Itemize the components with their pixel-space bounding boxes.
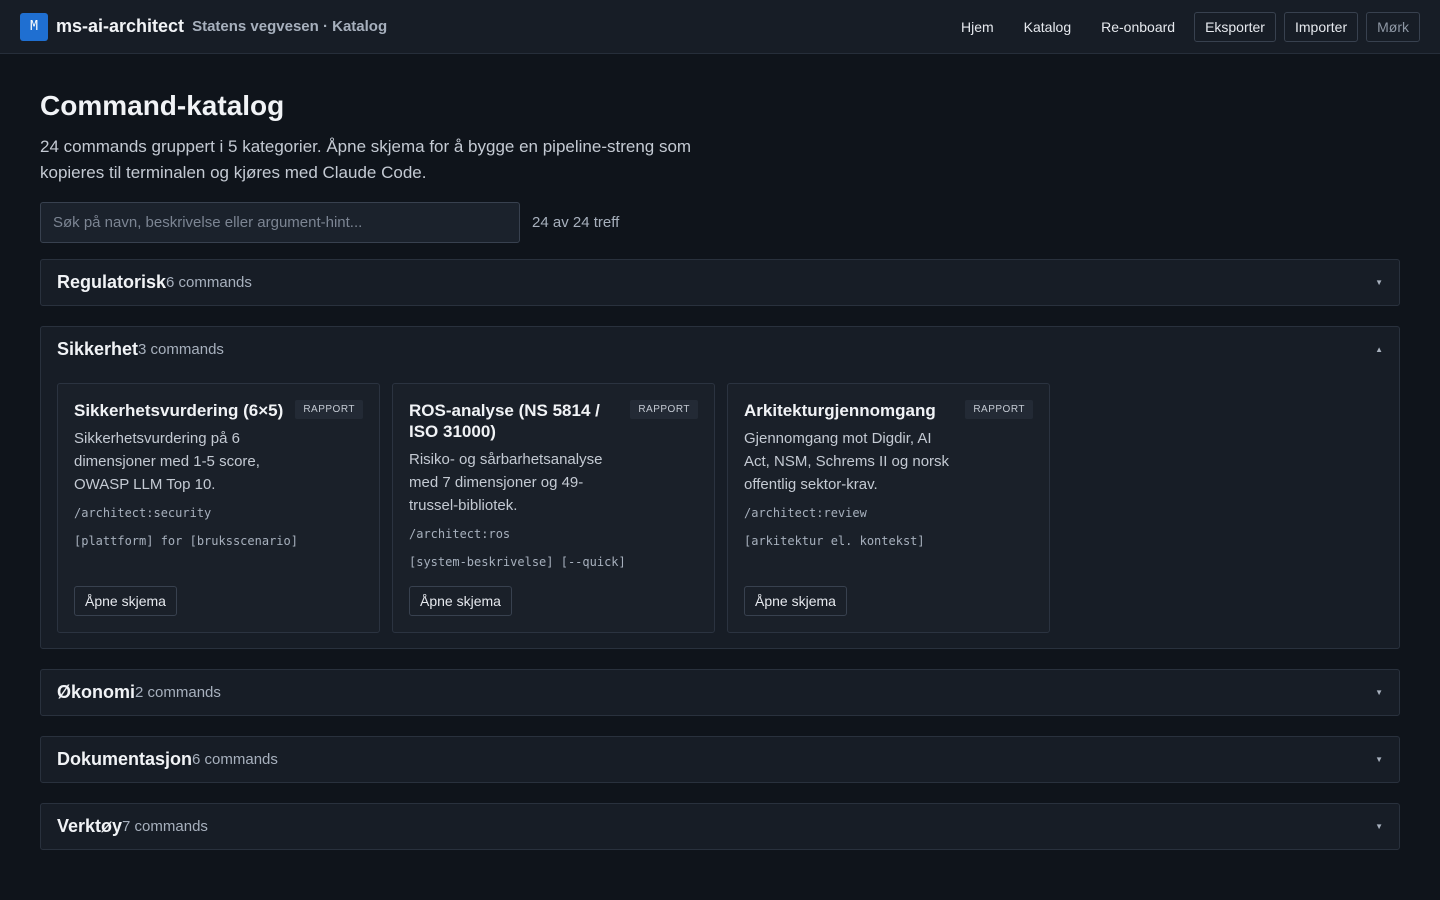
open-form-button[interactable]: Åpne skjema	[74, 586, 177, 616]
card-title: Sikkerhetsvurdering (6×5)	[74, 401, 284, 420]
category-count: 6 commands	[166, 274, 252, 291]
category-name: Økonomi	[57, 682, 136, 702]
category-count: 7 commands	[122, 818, 208, 835]
card-title: Arkitekturgjennomgang	[744, 401, 936, 420]
open-form-button[interactable]: Åpne skjema	[409, 586, 512, 616]
main-content: Command-katalog 24 commands gruppert i 5…	[0, 54, 1440, 850]
app-name[interactable]: ms-ai-architect	[56, 16, 184, 37]
card-description: Risiko- og sårbarhetsanalyse med 7 dimen…	[409, 451, 603, 514]
chevron-up-icon: ▲	[1375, 344, 1383, 354]
category-name: Dokumentasjon	[57, 749, 193, 769]
category-count: 3 commands	[138, 340, 224, 358]
theme-toggle-button[interactable]: Mørk	[1366, 11, 1420, 42]
page-title: Command-katalog	[40, 90, 285, 121]
command-card: Sikkerhetsvurdering (6×5) RAPPORT Sikker…	[57, 383, 380, 633]
import-button[interactable]: Importer	[1283, 11, 1359, 42]
open-form-button[interactable]: Åpne skjema	[744, 586, 847, 616]
category-header[interactable]: Dokumentasjon 6 commands ▼	[41, 737, 1399, 782]
card-command: /architect:review	[744, 506, 867, 520]
card-args: [plattform] for [bruksscenario]	[74, 534, 298, 548]
chevron-down-icon: ▼	[1375, 822, 1383, 831]
card-description: Sikkerhetsvurdering på 6 dimensjoner med…	[74, 430, 260, 493]
card-badge: RAPPORT	[295, 400, 363, 419]
category-verktoy: Verktøy 7 commands ▼	[40, 803, 1400, 850]
card-args: [system-beskrivelse] [--quick]	[409, 555, 626, 569]
search-row: 24 av 24 treff	[40, 202, 1400, 243]
category-header[interactable]: Økonomi 2 commands ▼	[41, 670, 1399, 715]
nav-link-catalog[interactable]: Katalog	[1024, 19, 1071, 35]
card-badge: RAPPORT	[630, 400, 698, 419]
export-button[interactable]: Eksporter	[1194, 11, 1276, 42]
category-regulatorisk: Regulatorisk 6 commands ▼	[40, 259, 1400, 306]
category-header[interactable]: Regulatorisk 6 commands ▼	[41, 260, 1399, 305]
chevron-down-icon: ▼	[1375, 278, 1383, 287]
top-bar: M ms-ai-architect Statens vegvesen · Kat…	[0, 0, 1440, 54]
category-okonomi: Økonomi 2 commands ▼	[40, 669, 1400, 716]
category-sikkerhet: Sikkerhet 3 commands ▲ Sikkerhetsvurderi…	[40, 326, 1400, 649]
category-dokumentasjon: Dokumentasjon 6 commands ▼	[40, 736, 1400, 783]
search-input[interactable]	[40, 202, 520, 243]
card-title: ROS-analyse (NS 5814 / ISO 31000)	[409, 401, 600, 441]
category-header[interactable]: Verktøy 7 commands ▼	[41, 804, 1399, 849]
card-command: /architect:security	[74, 506, 212, 520]
category-name: Verktøy	[57, 816, 123, 836]
main-nav: Hjem Katalog Re-onboard Eksporter Import…	[961, 11, 1420, 42]
logo-icon: M	[20, 12, 48, 41]
card-description: Gjennomgang mot Digdir, AI Act, NSM, Sch…	[744, 430, 950, 493]
card-command: /architect:ros	[409, 527, 511, 541]
hit-count: 24 av 24 treff	[532, 214, 620, 231]
category-header[interactable]: Sikkerhet 3 commands ▲	[41, 327, 1399, 371]
breadcrumb: Statens vegvesen · Katalog	[192, 18, 388, 35]
category-name: Sikkerhet	[57, 338, 139, 359]
chevron-down-icon: ▼	[1375, 688, 1383, 697]
command-card-grid: Sikkerhetsvurdering (6×5) RAPPORT Sikker…	[41, 371, 1399, 648]
category-count: 2 commands	[135, 684, 221, 701]
nav-link-reonboard[interactable]: Re-onboard	[1101, 19, 1175, 35]
category-count: 6 commands	[192, 751, 278, 768]
command-card: Arkitekturgjennomgang RAPPORT Gjennomgan…	[727, 383, 1050, 633]
card-args: [arkitektur el. kontekst]	[744, 534, 925, 548]
nav-link-home[interactable]: Hjem	[961, 19, 994, 35]
page-intro: 24 commands gruppert i 5 kategorier. Åpn…	[40, 137, 692, 182]
chevron-down-icon: ▼	[1375, 755, 1383, 764]
card-badge: RAPPORT	[965, 400, 1033, 419]
command-card: ROS-analyse (NS 5814 / ISO 31000) RAPPOR…	[392, 383, 715, 633]
category-name: Regulatorisk	[57, 272, 167, 292]
